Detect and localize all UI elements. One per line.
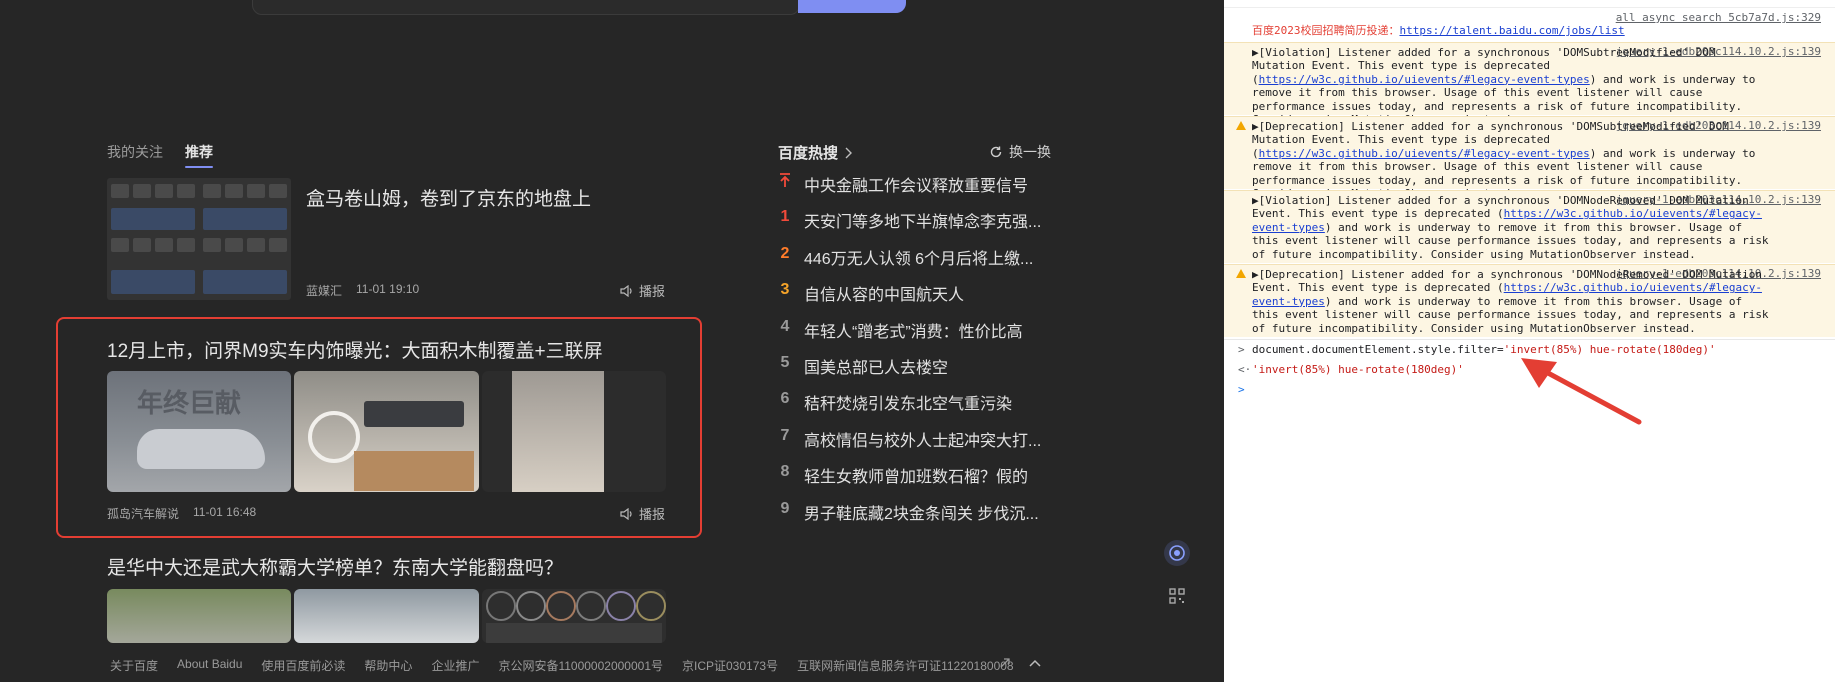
baidu-homepage-inverted: 我的关注 推荐 盒马卷山姆，卷到了京东的地盘上 蓝媒汇 11-01 19:10 … bbox=[0, 0, 1224, 682]
hot-search-text: 男子鞋底藏2块金条闯关 步伐沉... bbox=[804, 505, 1039, 523]
assistant-icon bbox=[1169, 545, 1185, 561]
footer-link[interactable]: About Baidu bbox=[177, 657, 242, 674]
hot-search-item[interactable]: 1 天安门等多地下半旗悼念李克强... bbox=[778, 208, 1042, 232]
hot-search-item[interactable]: 4 年轻人“蹭老式”消费：性价比高 bbox=[778, 318, 1023, 342]
qrcode-icon bbox=[1169, 588, 1185, 604]
footer-links: 关于百度 About Baidu 使用百度前必读 帮助中心 企业推广 京公网安备… bbox=[110, 657, 1014, 674]
console-message-tail: ) and work is underway to remove it from… bbox=[1252, 294, 1769, 335]
news-image[interactable] bbox=[107, 589, 291, 643]
speaker-icon bbox=[620, 284, 632, 297]
console-message-violation[interactable]: jquery-1-edb203c114.10.2.js:139 ▶[Violati… bbox=[1224, 42, 1835, 126]
console-message-tail: ) and work is underway to remove it from… bbox=[1252, 220, 1769, 261]
hot-search-text: 秸秆焚烧引发东北空气重污染 bbox=[804, 396, 1013, 414]
hot-rank: 1 bbox=[780, 208, 790, 226]
recruit-text: 百度2023校园招聘简历投递： bbox=[1252, 24, 1400, 37]
warning-icon bbox=[1236, 269, 1246, 278]
hot-search-text: 446万无人认领 6个月后将上缴... bbox=[804, 250, 1034, 268]
assistant-button[interactable] bbox=[1164, 540, 1190, 566]
footer-link[interactable]: 京公网安备11000002000001号 bbox=[498, 657, 663, 674]
hot-search-title[interactable]: 百度热搜 bbox=[778, 142, 853, 163]
hot-rank: 3 bbox=[780, 281, 790, 299]
footer-link[interactable]: 帮助中心 bbox=[364, 657, 412, 674]
news-title[interactable]: 盒马卷山姆，卷到了京东的地盘上 bbox=[306, 184, 591, 211]
search-button[interactable] bbox=[798, 0, 906, 13]
hot-search-item[interactable]: 3 自信从容的中国航天人 bbox=[778, 281, 964, 305]
hot-search-item[interactable]: 7 高校情侣与校外人士起冲突大打... bbox=[778, 426, 1042, 451]
console-result-prompt: <· bbox=[1238, 363, 1252, 376]
hot-search-text: 自信从容的中国航天人 bbox=[804, 287, 965, 305]
hot-search-item[interactable]: 2 446万无人认领 6个月后将上缴... bbox=[778, 244, 1034, 269]
console-message-violation[interactable]: jquery-1-edb203c114.10.2.js:139 ▶[Violati… bbox=[1224, 190, 1835, 263]
console-result: 'invert(85%) hue-rotate(180deg)' bbox=[1252, 363, 1464, 376]
annotation-arrow-icon bbox=[1521, 358, 1642, 425]
tab-recommend[interactable]: 推荐 bbox=[185, 142, 213, 168]
refresh-icon bbox=[990, 146, 1002, 158]
hot-search-text: 天安门等多地下半旗悼念李克强... bbox=[804, 214, 1042, 232]
footer-link[interactable]: 关于百度 bbox=[110, 657, 158, 674]
news-source: 蓝媒汇 bbox=[306, 284, 343, 298]
news-image[interactable] bbox=[482, 589, 666, 643]
search-input[interactable] bbox=[252, 0, 800, 15]
console-empty-prompt[interactable]: > bbox=[1238, 383, 1245, 396]
recruit-link[interactable]: https://talent.baidu.com/jobs/list bbox=[1400, 24, 1625, 37]
news-thumbnail[interactable] bbox=[107, 178, 291, 300]
broadcast-button[interactable]: 播报 bbox=[620, 281, 665, 300]
highlight-annotation-box bbox=[56, 317, 702, 538]
news-image[interactable] bbox=[294, 589, 479, 643]
warning-icon bbox=[1236, 121, 1246, 130]
footer-link[interactable]: 京ICP证030173号 bbox=[682, 657, 778, 674]
hot-rank: 7 bbox=[780, 426, 790, 444]
refresh-button[interactable]: 换一换 bbox=[989, 142, 1051, 162]
hot-rank: 5 bbox=[780, 354, 790, 371]
console-input-prompt: > bbox=[1238, 343, 1245, 356]
hot-search-text: 国美总部已人去楼空 bbox=[804, 360, 949, 377]
chevron-up-icon[interactable] bbox=[1028, 658, 1042, 668]
chevron-right-icon bbox=[845, 147, 853, 158]
hot-rank: 4 bbox=[780, 317, 790, 335]
hot-search-text: 高校情侣与校外人士起冲突大打... bbox=[804, 432, 1042, 450]
hot-rank: 8 bbox=[780, 463, 790, 481]
news-meta: 蓝媒汇 11-01 19:10 bbox=[306, 282, 419, 299]
console-input-code[interactable]: document.documentElement.style.filter= bbox=[1252, 343, 1504, 356]
hot-search-item[interactable]: 中央金融工作会议释放重要信号 bbox=[778, 172, 1028, 196]
console-message-link[interactable]: https://w3c.github.io/uievents/#legacy-e… bbox=[1259, 73, 1590, 86]
qrcode-button[interactable] bbox=[1164, 583, 1190, 609]
footer-link[interactable]: 使用百度前必读 bbox=[261, 657, 345, 674]
hot-rank: 9 bbox=[780, 499, 790, 517]
devtools-console: all async search 5cb7a7d.js:329 百度2023校园… bbox=[1224, 0, 1835, 682]
hot-rank: 6 bbox=[780, 390, 790, 408]
badge-icon[interactable] bbox=[998, 656, 1012, 670]
hot-search-text: 年轻人“蹭老式”消费：性价比高 bbox=[804, 323, 1023, 341]
console-message-deprecation[interactable]: jquery-1-edb203c114.10.2.js:139 ▶[Depreca… bbox=[1224, 264, 1835, 337]
console-message-deprecation[interactable]: jquery-1-edb203c114.10.2.js:139 ▶[Depreca… bbox=[1224, 116, 1835, 200]
news-title[interactable]: 是华中大还是武大称霸大学榜单？东南大学能翻盘吗？ bbox=[107, 553, 563, 580]
hot-search-item[interactable]: 8 轻生女教师曾加班数石榴？假的 bbox=[778, 463, 1028, 487]
pin-top-icon bbox=[778, 172, 792, 196]
hot-search-item[interactable]: 6 秸秆焚烧引发东北空气重污染 bbox=[778, 390, 1012, 414]
footer-link[interactable]: 互联网新闻信息服务许可证11220180008 bbox=[797, 657, 1014, 674]
hot-search-item[interactable]: 5 国美总部已人去楼空 bbox=[778, 354, 948, 378]
console-message-link[interactable]: https://w3c.github.io/uievents/#legacy-e… bbox=[1259, 147, 1590, 160]
hot-search-text: 中央金融工作会议释放重要信号 bbox=[804, 178, 1029, 195]
feed-tabs: 我的关注 推荐 bbox=[107, 142, 213, 168]
hot-search-text: 轻生女教师曾加班数石榴？假的 bbox=[804, 469, 1029, 487]
news-time: 11-01 19:10 bbox=[356, 282, 420, 296]
hot-rank: 2 bbox=[780, 244, 790, 262]
console-input-string[interactable]: 'invert(85%) hue-rotate(180deg)' bbox=[1504, 343, 1716, 356]
tab-my-follow[interactable]: 我的关注 bbox=[107, 142, 163, 162]
hot-search-item[interactable]: 9 男子鞋底藏2块金条闯关 步伐沉... bbox=[778, 500, 1039, 524]
footer-link[interactable]: 企业推广 bbox=[431, 657, 479, 674]
console-source-link[interactable]: all async search 5cb7a7d.js:329 bbox=[1616, 11, 1821, 24]
